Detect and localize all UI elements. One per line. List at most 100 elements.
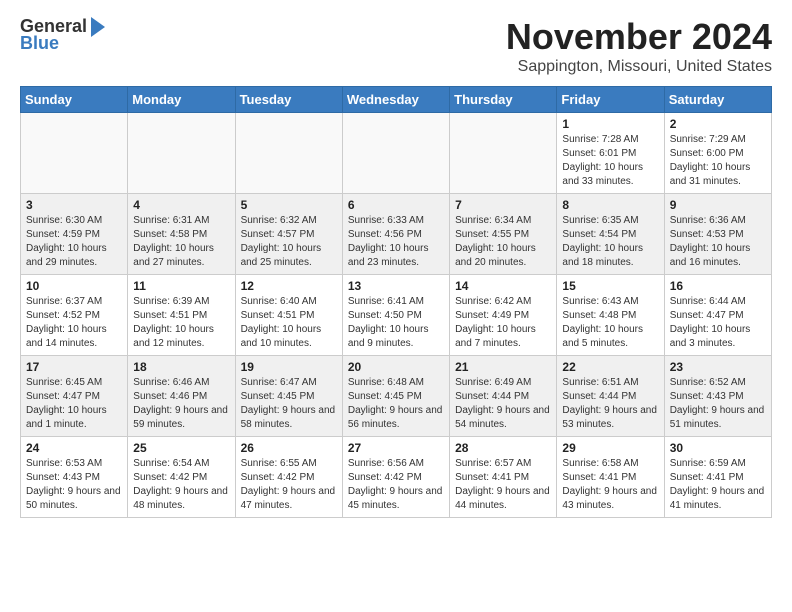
day-info: Sunrise: 6:37 AM Sunset: 4:52 PM Dayligh…: [26, 295, 122, 351]
calendar-cell: 10 Sunrise: 6:37 AM Sunset: 4:52 PM Dayli…: [21, 275, 128, 356]
calendar-cell: 23Sunrise: 6:52 AM Sunset: 4:43 PM Dayli…: [664, 356, 771, 437]
calendar-cell: [235, 113, 342, 194]
day-info: Sunrise: 6:30 AM Sunset: 4:59 PM Dayligh…: [26, 214, 122, 270]
day-number: 29: [562, 441, 658, 455]
column-header-wednesday: Wednesday: [342, 87, 449, 113]
day-number: 23: [670, 360, 766, 374]
day-number: 27: [348, 441, 444, 455]
calendar-week-row: 10 Sunrise: 6:37 AM Sunset: 4:52 PM Dayli…: [21, 275, 772, 356]
day-info: Sunrise: 6:33 AM Sunset: 4:56 PM Dayligh…: [348, 214, 444, 270]
calendar-cell: 5 Sunrise: 6:32 AM Sunset: 4:57 PM Daylig…: [235, 194, 342, 275]
day-info: Sunrise: 6:49 AM Sunset: 4:44 PM Dayligh…: [455, 376, 551, 432]
day-number: 8: [562, 198, 658, 212]
page-header: General Blue November 2024 Sappington, M…: [20, 16, 772, 76]
calendar-week-row: 17Sunrise: 6:45 AM Sunset: 4:47 PM Dayli…: [21, 356, 772, 437]
column-header-tuesday: Tuesday: [235, 87, 342, 113]
day-number: 2: [670, 117, 766, 131]
calendar-cell: [21, 113, 128, 194]
column-header-sunday: Sunday: [21, 87, 128, 113]
day-number: 11: [133, 279, 229, 293]
month-title: November 2024: [506, 16, 772, 58]
day-info: Sunrise: 6:31 AM Sunset: 4:58 PM Dayligh…: [133, 214, 229, 270]
calendar-cell: 3Sunrise: 6:30 AM Sunset: 4:59 PM Daylig…: [21, 194, 128, 275]
day-number: 21: [455, 360, 551, 374]
day-number: 26: [241, 441, 337, 455]
calendar-cell: [342, 113, 449, 194]
day-info: Sunrise: 6:59 AM Sunset: 4:41 PM Dayligh…: [670, 457, 766, 513]
day-number: 22: [562, 360, 658, 374]
day-info: Sunrise: 6:32 AM Sunset: 4:57 PM Dayligh…: [241, 214, 337, 270]
day-info: Sunrise: 6:57 AM Sunset: 4:41 PM Dayligh…: [455, 457, 551, 513]
day-number: 16: [670, 279, 766, 293]
day-info: Sunrise: 6:56 AM Sunset: 4:42 PM Dayligh…: [348, 457, 444, 513]
calendar-cell: 6 Sunrise: 6:33 AM Sunset: 4:56 PM Daylig…: [342, 194, 449, 275]
day-number: 17: [26, 360, 122, 374]
calendar-cell: 22 Sunrise: 6:51 AM Sunset: 4:44 PM Dayli…: [557, 356, 664, 437]
day-info: Sunrise: 6:46 AM Sunset: 4:46 PM Dayligh…: [133, 376, 229, 432]
calendar-cell: 19 Sunrise: 6:47 AM Sunset: 4:45 PM Dayli…: [235, 356, 342, 437]
day-info: Sunrise: 6:35 AM Sunset: 4:54 PM Dayligh…: [562, 214, 658, 270]
day-number: 6: [348, 198, 444, 212]
day-number: 20: [348, 360, 444, 374]
day-number: 25: [133, 441, 229, 455]
column-header-saturday: Saturday: [664, 87, 771, 113]
day-info: Sunrise: 6:51 AM Sunset: 4:44 PM Dayligh…: [562, 376, 658, 432]
day-info: Sunrise: 7:29 AM Sunset: 6:00 PM Dayligh…: [670, 133, 766, 189]
calendar-cell: 24Sunrise: 6:53 AM Sunset: 4:43 PM Dayli…: [21, 437, 128, 518]
column-header-thursday: Thursday: [450, 87, 557, 113]
calendar-cell: 17Sunrise: 6:45 AM Sunset: 4:47 PM Dayli…: [21, 356, 128, 437]
day-number: 15: [562, 279, 658, 293]
day-number: 1: [562, 117, 658, 131]
day-info: Sunrise: 6:48 AM Sunset: 4:45 PM Dayligh…: [348, 376, 444, 432]
calendar-cell: 11 Sunrise: 6:39 AM Sunset: 4:51 PM Dayli…: [128, 275, 235, 356]
calendar-cell: 16Sunrise: 6:44 AM Sunset: 4:47 PM Dayli…: [664, 275, 771, 356]
calendar-cell: 18Sunrise: 6:46 AM Sunset: 4:46 PM Dayli…: [128, 356, 235, 437]
day-info: Sunrise: 7:28 AM Sunset: 6:01 PM Dayligh…: [562, 133, 658, 189]
day-number: 13: [348, 279, 444, 293]
calendar-cell: 13Sunrise: 6:41 AM Sunset: 4:50 PM Dayli…: [342, 275, 449, 356]
day-number: 12: [241, 279, 337, 293]
calendar-cell: 9 Sunrise: 6:36 AM Sunset: 4:53 PM Daylig…: [664, 194, 771, 275]
calendar-cell: 20 Sunrise: 6:48 AM Sunset: 4:45 PM Dayli…: [342, 356, 449, 437]
logo-blue: Blue: [20, 33, 59, 54]
calendar-cell: 1 Sunrise: 7:28 AM Sunset: 6:01 PM Daylig…: [557, 113, 664, 194]
day-number: 19: [241, 360, 337, 374]
calendar-cell: 15 Sunrise: 6:43 AM Sunset: 4:48 PM Dayli…: [557, 275, 664, 356]
calendar-cell: 12 Sunrise: 6:40 AM Sunset: 4:51 PM Dayli…: [235, 275, 342, 356]
day-number: 14: [455, 279, 551, 293]
calendar-week-row: 24Sunrise: 6:53 AM Sunset: 4:43 PM Dayli…: [21, 437, 772, 518]
title-block: November 2024 Sappington, Missouri, Unit…: [506, 16, 772, 76]
calendar-week-row: 1 Sunrise: 7:28 AM Sunset: 6:01 PM Daylig…: [21, 113, 772, 194]
calendar-cell: 7 Sunrise: 6:34 AM Sunset: 4:55 PM Daylig…: [450, 194, 557, 275]
day-info: Sunrise: 6:47 AM Sunset: 4:45 PM Dayligh…: [241, 376, 337, 432]
day-info: Sunrise: 6:42 AM Sunset: 4:49 PM Dayligh…: [455, 295, 551, 351]
calendar-cell: 26 Sunrise: 6:55 AM Sunset: 4:42 PM Dayli…: [235, 437, 342, 518]
calendar-cell: 25Sunrise: 6:54 AM Sunset: 4:42 PM Dayli…: [128, 437, 235, 518]
column-header-monday: Monday: [128, 87, 235, 113]
logo: General Blue: [20, 16, 105, 54]
day-info: Sunrise: 6:36 AM Sunset: 4:53 PM Dayligh…: [670, 214, 766, 270]
calendar-cell: [128, 113, 235, 194]
day-info: Sunrise: 6:40 AM Sunset: 4:51 PM Dayligh…: [241, 295, 337, 351]
day-number: 30: [670, 441, 766, 455]
day-info: Sunrise: 6:39 AM Sunset: 4:51 PM Dayligh…: [133, 295, 229, 351]
day-info: Sunrise: 6:43 AM Sunset: 4:48 PM Dayligh…: [562, 295, 658, 351]
day-number: 9: [670, 198, 766, 212]
column-header-friday: Friday: [557, 87, 664, 113]
calendar-cell: 30 Sunrise: 6:59 AM Sunset: 4:41 PM Dayli…: [664, 437, 771, 518]
day-number: 28: [455, 441, 551, 455]
calendar-cell: 28 Sunrise: 6:57 AM Sunset: 4:41 PM Dayli…: [450, 437, 557, 518]
day-info: Sunrise: 6:55 AM Sunset: 4:42 PM Dayligh…: [241, 457, 337, 513]
location-title: Sappington, Missouri, United States: [506, 58, 772, 76]
calendar-table: SundayMondayTuesdayWednesdayThursdayFrid…: [20, 86, 772, 518]
calendar-cell: 2 Sunrise: 7:29 AM Sunset: 6:00 PM Daylig…: [664, 113, 771, 194]
day-number: 5: [241, 198, 337, 212]
day-number: 7: [455, 198, 551, 212]
calendar-cell: 29Sunrise: 6:58 AM Sunset: 4:41 PM Dayli…: [557, 437, 664, 518]
day-info: Sunrise: 6:53 AM Sunset: 4:43 PM Dayligh…: [26, 457, 122, 513]
day-info: Sunrise: 6:34 AM Sunset: 4:55 PM Dayligh…: [455, 214, 551, 270]
day-number: 4: [133, 198, 229, 212]
day-number: 10: [26, 279, 122, 293]
calendar-cell: 14 Sunrise: 6:42 AM Sunset: 4:49 PM Dayli…: [450, 275, 557, 356]
calendar-cell: 8 Sunrise: 6:35 AM Sunset: 4:54 PM Daylig…: [557, 194, 664, 275]
